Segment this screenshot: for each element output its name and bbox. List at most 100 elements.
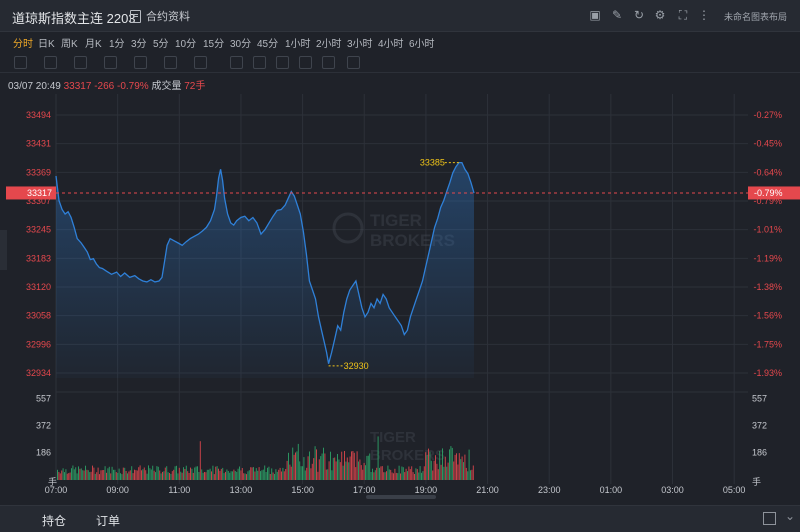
refresh-icon[interactable]: ↻ bbox=[632, 8, 646, 22]
volume-bar bbox=[255, 468, 257, 480]
volume-bar bbox=[324, 453, 326, 480]
period-tab-30m[interactable]: 30分 bbox=[230, 35, 251, 50]
volume-bar bbox=[353, 452, 355, 480]
volume-bar bbox=[164, 467, 166, 480]
lock-tool-icon[interactable] bbox=[253, 56, 266, 69]
magnet-tool-icon[interactable] bbox=[230, 56, 243, 69]
chart-scroll-handle[interactable] bbox=[366, 495, 436, 499]
volume-bar bbox=[342, 465, 344, 480]
tab-positions[interactable]: 持仓 bbox=[42, 512, 66, 529]
contract-info-label: 合约资料 bbox=[146, 11, 190, 23]
period-tab-4h[interactable]: 4小时 bbox=[378, 35, 404, 50]
trendline-tool-icon[interactable] bbox=[14, 56, 27, 69]
volume-bar bbox=[184, 469, 186, 480]
period-tab-3h[interactable]: 3小时 bbox=[347, 35, 373, 50]
volume-bar bbox=[464, 454, 466, 480]
volume-bar bbox=[331, 470, 333, 480]
volume-bar bbox=[205, 472, 207, 480]
volume-bar bbox=[465, 467, 467, 480]
layout-name-button[interactable]: 未命名图表布局 bbox=[724, 10, 787, 23]
volume-bar bbox=[456, 453, 457, 480]
period-tab-5m[interactable]: 5分 bbox=[153, 35, 169, 50]
maximize-icon[interactable] bbox=[763, 512, 776, 525]
fib-tool-icon[interactable] bbox=[104, 56, 117, 69]
volume-bar bbox=[300, 466, 302, 480]
hide-tool-icon[interactable] bbox=[276, 56, 289, 69]
copy-tool-icon[interactable] bbox=[322, 56, 335, 69]
volume-bar bbox=[370, 472, 372, 480]
volume-bar bbox=[107, 468, 109, 480]
volume-bar bbox=[71, 468, 72, 480]
volume-bar bbox=[181, 472, 183, 480]
volume-bar bbox=[135, 470, 137, 480]
volume-axis-tick-right: 372 bbox=[752, 420, 767, 430]
volume-bar bbox=[366, 455, 368, 480]
percent-axis-tick: -1.93% bbox=[753, 368, 782, 378]
more-icon[interactable]: ⋮ bbox=[697, 8, 711, 22]
period-tab-6h[interactable]: 6小时 bbox=[409, 35, 435, 50]
measure-tool-icon[interactable] bbox=[194, 56, 207, 69]
volume-bar bbox=[85, 465, 86, 480]
volume-bar bbox=[425, 452, 427, 480]
volume-bar bbox=[274, 474, 275, 480]
side-collapse-handle[interactable] bbox=[0, 230, 7, 270]
volume-bar bbox=[327, 469, 329, 480]
delete-tool-icon[interactable] bbox=[347, 56, 360, 69]
cross-tool-icon[interactable] bbox=[44, 56, 57, 69]
period-tab-45m[interactable]: 45分 bbox=[257, 35, 278, 50]
volume-bar bbox=[136, 470, 138, 480]
volume-bar bbox=[129, 470, 131, 480]
price-chart[interactable]: TIGER BROKERS TIGER BROKERS 33317 -0.79%… bbox=[0, 90, 800, 502]
drawing-toolbar bbox=[0, 52, 800, 73]
volume-bar bbox=[225, 471, 226, 480]
period-tab-timeshare[interactable]: 分时 bbox=[13, 35, 33, 50]
volume-bar bbox=[226, 469, 228, 480]
hline-tool-icon[interactable] bbox=[74, 56, 87, 69]
collapse-icon[interactable]: ⌄ bbox=[785, 509, 795, 523]
volume-bar bbox=[212, 465, 214, 480]
volume-bar bbox=[442, 448, 443, 480]
volume-bar bbox=[187, 471, 189, 480]
tab-orders[interactable]: 订单 bbox=[96, 512, 120, 529]
volume-bar bbox=[337, 454, 338, 480]
volume-bar bbox=[388, 469, 390, 480]
period-tab-month[interactable]: 月K bbox=[85, 35, 102, 50]
volume-bar bbox=[97, 467, 99, 480]
period-tab-day[interactable]: 日K bbox=[38, 35, 55, 50]
volume-bar bbox=[160, 473, 162, 480]
volume-bar bbox=[303, 457, 305, 480]
period-tab-1m[interactable]: 1分 bbox=[109, 35, 125, 50]
settings-icon[interactable]: ⚙ bbox=[653, 8, 667, 22]
period-tab-1h[interactable]: 1小时 bbox=[285, 35, 311, 50]
contract-info-button[interactable]: 合约资料 bbox=[130, 8, 190, 24]
volume-bar bbox=[75, 467, 77, 480]
volume-bar bbox=[122, 467, 124, 480]
time-axis-tick: 23:00 bbox=[538, 485, 561, 495]
text-tool-icon[interactable] bbox=[164, 56, 177, 69]
fullscreen-icon[interactable]: ⛶ bbox=[676, 8, 690, 22]
draw-icon[interactable]: ✎ bbox=[610, 8, 624, 22]
price-area-fill bbox=[56, 162, 474, 378]
volume-bar bbox=[248, 470, 250, 480]
volume-bar bbox=[170, 473, 172, 480]
volume-bar bbox=[149, 468, 151, 480]
volume-bar bbox=[206, 469, 208, 480]
volume-bar bbox=[120, 473, 121, 480]
volume-bar bbox=[398, 465, 400, 480]
volume-bar bbox=[169, 473, 170, 480]
period-tab-3m[interactable]: 3分 bbox=[131, 35, 147, 50]
period-tab-2h[interactable]: 2小时 bbox=[316, 35, 342, 50]
volume-bar bbox=[162, 471, 163, 480]
volume-bar bbox=[436, 463, 438, 480]
volume-bar bbox=[379, 467, 380, 480]
volume-bar bbox=[325, 469, 327, 480]
indicator-icon[interactable]: ▣ bbox=[588, 8, 602, 22]
period-tab-15m[interactable]: 15分 bbox=[203, 35, 224, 50]
visibility-tool-icon[interactable] bbox=[299, 56, 312, 69]
period-tab-week[interactable]: 周K bbox=[61, 35, 78, 50]
period-tab-10m[interactable]: 10分 bbox=[175, 35, 196, 50]
volume-bar bbox=[57, 469, 58, 480]
volume-bar bbox=[415, 468, 417, 480]
pattern-tool-icon[interactable] bbox=[134, 56, 147, 69]
volume-bar bbox=[62, 468, 64, 480]
